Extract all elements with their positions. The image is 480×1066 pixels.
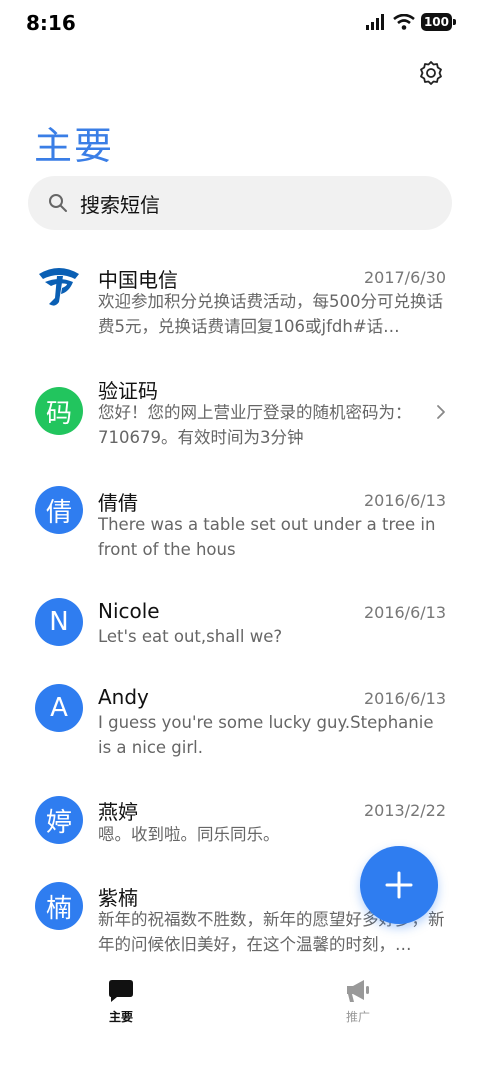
message-preview: I guess you're some lucky guy.Stephanie … bbox=[98, 713, 434, 757]
plus-icon bbox=[385, 871, 413, 899]
avatar: 楠 bbox=[35, 882, 83, 930]
status-bar: 8:16 100 bbox=[0, 0, 480, 48]
wifi-icon bbox=[393, 14, 415, 30]
message-preview: 您好！您的网上营业厅登录的随机密码为：710679。有效时间为3分钟 bbox=[98, 403, 412, 447]
message-date: 2017/6/30 bbox=[363, 268, 446, 287]
avatar: A bbox=[35, 684, 83, 732]
message-preview: There was a table set out under a tree i… bbox=[98, 515, 436, 559]
message-row-andy[interactable]: A Andy 2016/6/13 I guess you're some luc… bbox=[0, 670, 480, 782]
page-title: 主要 bbox=[34, 124, 115, 168]
message-preview: Let's eat out,shall we? bbox=[98, 627, 283, 646]
message-date: 2016/6/13 bbox=[363, 491, 446, 510]
tab-main[interactable]: 主要 bbox=[81, 978, 161, 1025]
sender-name: Nicole bbox=[98, 599, 160, 623]
tab-main-label: 主要 bbox=[108, 1010, 133, 1024]
new-message-button[interactable] bbox=[360, 846, 438, 924]
battery-icon: 100 bbox=[420, 13, 457, 31]
tab-promotions-label: 推广 bbox=[345, 1010, 370, 1024]
message-row-qianqian[interactable]: 倩 倩倩 2016/6/13 There was a table set out… bbox=[0, 472, 480, 584]
message-preview: 欢迎参加积分兑换话费活动，每500分可兑换话费5元，兑换话费请回复106或jfd… bbox=[98, 292, 443, 336]
avatar: 码 bbox=[35, 387, 83, 435]
search-placeholder: 搜索短信 bbox=[80, 192, 160, 217]
message-date: 2016/6/13 bbox=[363, 689, 446, 708]
tab-promotions[interactable]: 推广 bbox=[318, 978, 398, 1025]
chevron-right-icon bbox=[437, 405, 445, 419]
message-preview: 嗯。收到啦。同乐同乐。 bbox=[98, 825, 280, 844]
megaphone-icon bbox=[347, 980, 369, 1002]
search-icon bbox=[49, 194, 67, 212]
bottom-nav: 主要 推广 bbox=[0, 960, 480, 1066]
sender-name: Andy bbox=[98, 685, 149, 709]
avatar: 倩 bbox=[35, 486, 83, 534]
avatar: N bbox=[35, 598, 83, 646]
message-date: 2013/2/22 bbox=[363, 801, 446, 820]
avatar: 婷 bbox=[35, 796, 83, 844]
status-time: 8:16 bbox=[26, 11, 76, 35]
china-telecom-logo-icon bbox=[35, 262, 83, 310]
sender-name: 燕婷 bbox=[98, 800, 138, 824]
chat-bubble-icon bbox=[109, 980, 133, 1002]
message-row-china-telecom[interactable]: 中国电信 2017/6/30 欢迎参加积分兑换话费活动，每500分可兑换话费5元… bbox=[0, 250, 480, 360]
signal-icon bbox=[365, 14, 384, 30]
message-row-nicole[interactable]: N Nicole 2016/6/13 Let's eat out,shall w… bbox=[0, 584, 480, 670]
status-icons: 100 bbox=[365, 13, 457, 31]
message-date: 2016/6/13 bbox=[363, 603, 446, 622]
gear-icon bbox=[420, 61, 442, 85]
settings-button[interactable] bbox=[416, 58, 446, 88]
search-input[interactable]: 搜索短信 bbox=[28, 176, 452, 230]
message-row-verification[interactable]: 码 验证码 您好！您的网上营业厅登录的随机密码为：710679。有效时间为3分钟 bbox=[0, 360, 480, 472]
